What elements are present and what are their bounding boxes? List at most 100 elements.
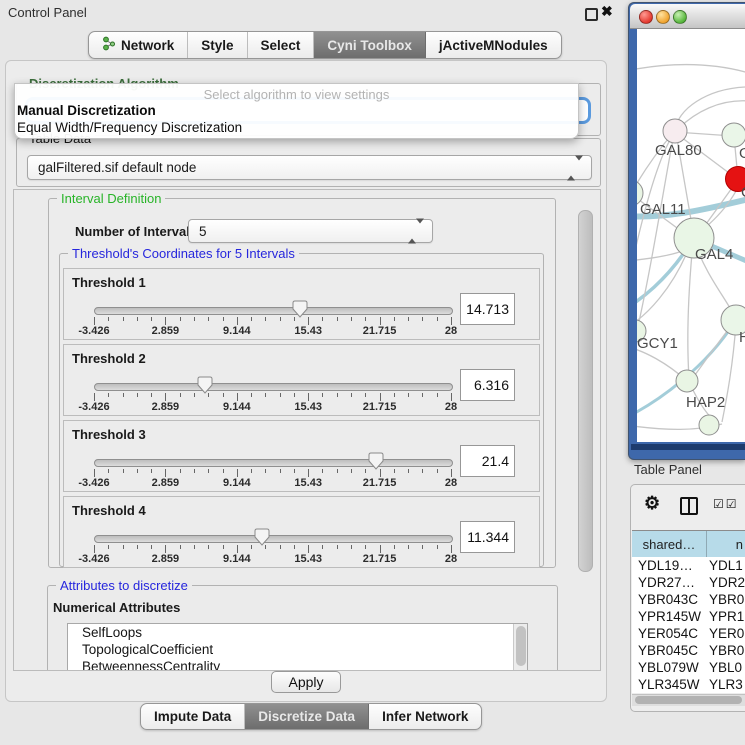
node-gal80[interactable] [663, 119, 687, 143]
major-tick [451, 317, 452, 325]
tab-discretize-data[interactable]: Discretize Data [245, 704, 369, 729]
threshold-value-field[interactable] [460, 293, 515, 325]
attribute-item[interactable]: BetweennessCentrality [68, 658, 527, 671]
column-header-name[interactable]: n [707, 531, 745, 557]
minor-tick [422, 393, 423, 397]
table-row[interactable]: YBR045CYBR0 [632, 642, 745, 659]
tab-network[interactable]: Network [89, 32, 188, 58]
table-row[interactable]: YDL19…YDL1 [632, 557, 745, 574]
minor-tick [223, 469, 224, 473]
major-tick [165, 469, 166, 477]
threshold-value-field[interactable] [460, 521, 515, 553]
slider-thumb-icon[interactable] [254, 528, 270, 546]
minor-tick [337, 469, 338, 473]
major-tick [380, 469, 381, 477]
major-tick [380, 317, 381, 325]
close-traffic-light-icon[interactable] [639, 10, 653, 24]
tab-infer-network[interactable]: Infer Network [369, 704, 481, 729]
dropdown-option-equal-width[interactable]: Equal Width/Frequency Discretization [17, 120, 242, 135]
table-row[interactable]: YBR043CYBR0 [632, 591, 745, 608]
slider-thumb-icon[interactable] [368, 452, 384, 470]
settings-scrollbar-thumb[interactable] [578, 210, 593, 572]
slider-thumb-icon[interactable] [292, 300, 308, 318]
table-row[interactable]: YDR27…YDR2 [632, 574, 745, 591]
threshold-panel: Threshold 2 -3.4262.8599.14415.4321.7152… [63, 344, 540, 416]
major-tick [451, 393, 452, 401]
minor-tick [408, 393, 409, 397]
minor-tick [251, 393, 252, 397]
tick-label: 9.144 [207, 553, 267, 565]
node-hap2[interactable] [676, 370, 698, 392]
slider-track[interactable] [94, 307, 453, 315]
minimize-traffic-light-icon[interactable] [656, 10, 670, 24]
minor-tick [408, 317, 409, 321]
minor-tick [123, 317, 124, 321]
dropdown-option-manual[interactable]: Manual Discretization [17, 103, 156, 118]
bottom-tab-bar: Impute DataDiscretize DataInfer Network [140, 703, 482, 730]
apply-button[interactable]: Apply [271, 671, 341, 693]
num-intervals-label: Number of Intervals [75, 224, 197, 239]
minor-tick [322, 393, 323, 397]
table-panel-title: Table Panel [634, 462, 702, 477]
slider-track[interactable] [94, 459, 453, 467]
minor-tick [208, 469, 209, 473]
tick-label: 2.859 [135, 401, 195, 413]
major-tick [94, 393, 95, 401]
minor-tick [223, 393, 224, 397]
threshold-panel: Threshold 4 -3.4262.8599.14415.4321.7152… [63, 496, 540, 568]
slider-thumb-icon[interactable] [197, 376, 213, 394]
tab-style[interactable]: Style [188, 32, 247, 58]
network-window-titlebar[interactable] [630, 4, 745, 29]
tick-label: 9.144 [207, 401, 267, 413]
node-label: C [741, 184, 745, 201]
num-intervals-combobox[interactable]: 5 [188, 219, 433, 243]
tick-label: 9.144 [207, 477, 267, 489]
table-data-combobox[interactable]: galFiltered.sif default node [27, 155, 592, 180]
table-data-group: Table Data galFiltered.sif default node [16, 138, 601, 187]
tab-cyni-toolbox[interactable]: Cyni Toolbox [314, 32, 426, 58]
column-header-shared-name[interactable]: shared… [632, 531, 707, 557]
tick-label: 21.715 [350, 477, 410, 489]
tab-label: jActiveMNodules [439, 38, 548, 53]
attributes-scrollbar-thumb[interactable] [516, 626, 526, 666]
tab-select[interactable]: Select [248, 32, 315, 58]
minor-tick [137, 393, 138, 397]
node[interactable] [722, 123, 745, 147]
split-columns-icon[interactable] [680, 497, 698, 515]
threshold-value-field[interactable] [460, 445, 515, 477]
attributes-scrollbar[interactable] [513, 624, 527, 671]
threshold-group-title: Threshold's Coordinates for 5 Intervals [68, 246, 299, 261]
zoom-traffic-light-icon[interactable] [673, 10, 687, 24]
tick-label: -3.426 [64, 401, 124, 413]
minor-tick [251, 317, 252, 321]
table-row[interactable]: YER054CYER0 [632, 625, 745, 642]
table-row[interactable]: YLR345WYLR3 [632, 676, 745, 693]
settings-gear-icon[interactable]: ⚙ [644, 493, 660, 514]
attribute-item[interactable]: SelfLoops [68, 624, 527, 641]
select-columns-icon[interactable]: ☑☑ [713, 497, 739, 511]
network-view[interactable]: GAL80 G C GAL11 GAL4 GCY1 H HAP2 [637, 29, 745, 442]
threshold-value-field[interactable] [460, 369, 515, 401]
slider-track[interactable] [94, 535, 453, 543]
table-row[interactable]: YBL079WYBL0 [632, 659, 745, 676]
minor-tick [251, 545, 252, 549]
table-hscrollbar[interactable] [632, 694, 745, 706]
tick-label: 15.43 [278, 401, 338, 413]
slider-track[interactable] [94, 383, 453, 391]
network-graph[interactable]: GAL80 G C GAL11 GAL4 GCY1 H HAP2 [637, 29, 745, 442]
tab-impute-data[interactable]: Impute Data [141, 704, 245, 729]
attribute-item[interactable]: TopologicalCoefficient [68, 641, 527, 658]
table-row[interactable]: YPR145WYPR1 [632, 608, 745, 625]
numerical-attributes-label: Numerical Attributes [53, 600, 180, 615]
table-hscrollbar-thumb[interactable] [635, 696, 742, 704]
tab-jactivemnodules[interactable]: jActiveMNodules [426, 32, 561, 58]
float-window-icon[interactable] [585, 8, 598, 21]
tick-label: 28 [421, 553, 481, 565]
node[interactable] [699, 415, 719, 435]
tick-label: 2.859 [135, 553, 195, 565]
cell-name: YBL0 [709, 660, 745, 675]
minor-tick [280, 393, 281, 397]
close-icon[interactable]: ✖ [601, 3, 613, 20]
interval-definition-title: Interval Definition [57, 191, 165, 206]
num-intervals-value: 5 [199, 224, 207, 239]
